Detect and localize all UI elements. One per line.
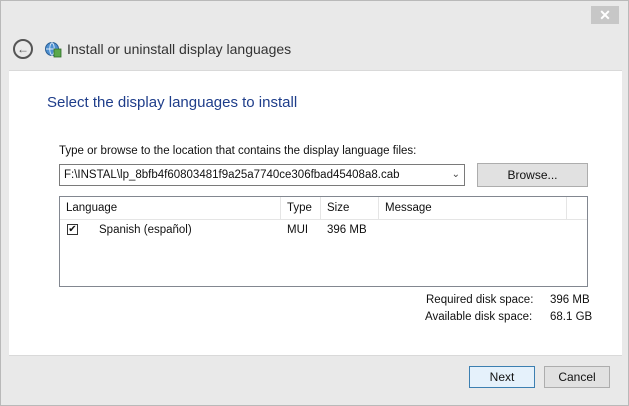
page-title: Install or uninstall display languages (67, 41, 292, 57)
close-button[interactable]: ✕ (591, 6, 619, 24)
language-list[interactable]: Language Type Size Message ✔ Spanish (es… (59, 196, 588, 287)
path-label: Type or browse to the location that cont… (59, 145, 417, 157)
dialog-window: ✕ ← Install or uninstall display languag… (0, 0, 629, 406)
checkmark-icon: ✔ (68, 224, 77, 235)
path-combobox[interactable]: F:\INSTAL\lp_8bfb4f60803481f9a25a7740ce3… (59, 164, 465, 186)
required-space-label: Required disk space: (426, 294, 534, 306)
browse-button[interactable]: Browse... (477, 163, 588, 187)
column-header-message[interactable]: Message (379, 197, 567, 219)
language-type: MUI (287, 224, 309, 236)
list-item[interactable]: ✔ Spanish (español) MUI 396 MB (60, 220, 587, 240)
available-space-value: 68.1 GB (550, 311, 593, 323)
language-checkbox[interactable]: ✔ (67, 224, 78, 235)
header: ← Install or uninstall display languages (1, 31, 628, 69)
column-header-language[interactable]: Language (60, 197, 281, 219)
next-button[interactable]: Next (469, 366, 535, 388)
available-space-label: Available disk space: (425, 311, 533, 323)
cancel-button[interactable]: Cancel (544, 366, 610, 388)
close-icon: ✕ (599, 6, 611, 23)
language-name: Spanish (español) (99, 224, 192, 236)
column-header-size[interactable]: Size (321, 197, 379, 219)
main-content: Select the display languages to install … (9, 70, 622, 356)
path-value: F:\INSTAL\lp_8bfb4f60803481f9a25a7740ce3… (64, 169, 400, 181)
column-header-type[interactable]: Type (281, 197, 321, 219)
section-heading: Select the display languages to install (47, 94, 298, 111)
chevron-down-icon[interactable]: ⌄ (452, 165, 460, 185)
back-button[interactable]: ← (13, 39, 33, 59)
back-arrow-icon: ← (17, 42, 29, 56)
required-space-value: 396 MB (550, 294, 590, 306)
language-size: 396 MB (327, 224, 367, 236)
list-header: Language Type Size Message (60, 197, 587, 220)
language-globe-icon (45, 42, 62, 58)
